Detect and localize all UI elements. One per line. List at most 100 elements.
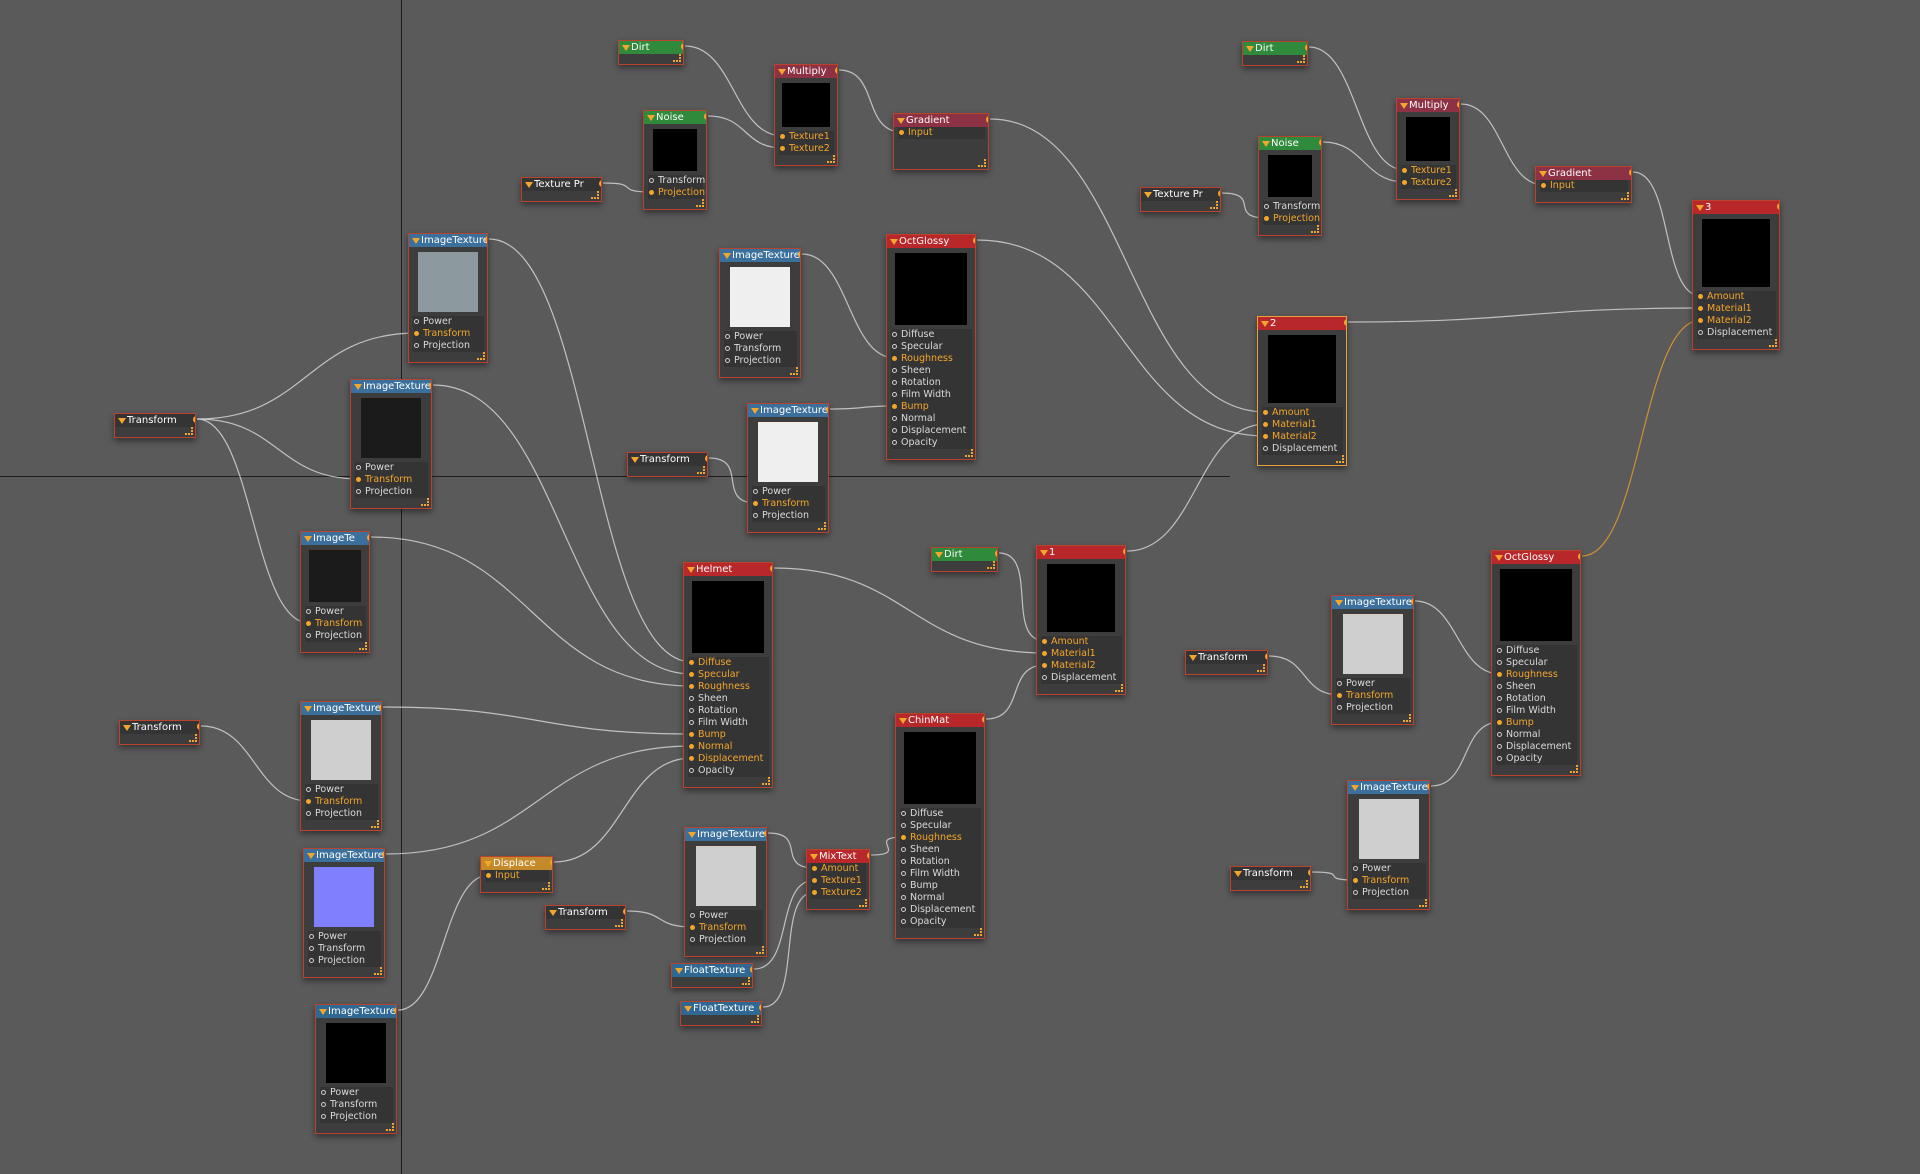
output-pin-icon[interactable] [973,237,975,244]
node-header[interactable]: Multiply [1397,99,1459,112]
input-pin-icon[interactable] [1497,672,1502,677]
input-pin-icon[interactable] [1337,705,1342,710]
input-port-projection[interactable]: Projection [724,355,797,367]
input-pin-icon[interactable] [899,130,904,135]
node-header[interactable]: ImageTexture [720,249,800,262]
input-port-roughness[interactable]: Roughness [688,681,769,693]
input-port-specular[interactable]: Specular [1496,657,1577,669]
output-pin-icon[interactable] [1457,101,1459,108]
output-pin-icon[interactable] [826,406,828,413]
collapse-triangle-icon[interactable] [1351,785,1359,791]
input-port-amount[interactable]: Amount [811,863,866,875]
input-port-amount[interactable]: Amount [1262,407,1343,419]
input-port-film-width[interactable]: Film Width [1496,705,1577,717]
input-pin-icon[interactable] [306,633,311,638]
resize-grip-icon[interactable] [790,367,798,375]
collapse-triangle-icon[interactable] [1539,171,1547,177]
input-port-roughness[interactable]: Roughness [1496,669,1577,681]
node-displace[interactable]: Displace Input [480,856,553,893]
collapse-triangle-icon[interactable] [525,182,533,188]
input-port-projection[interactable]: Projection [308,955,381,967]
node-header[interactable]: Dirt [1243,42,1307,55]
collapse-triangle-icon[interactable] [684,1006,692,1012]
resize-grip-icon[interactable] [1311,225,1319,233]
output-pin-icon[interactable] [1265,653,1267,660]
collapse-triangle-icon[interactable] [354,384,362,390]
input-port-specular[interactable]: Specular [688,669,769,681]
node-noise[interactable]: Noise Transform Projection [1258,136,1322,236]
input-port-sheen[interactable]: Sheen [1496,681,1577,693]
input-port-normal[interactable]: Normal [688,741,769,753]
input-port-power[interactable]: Power [689,910,763,922]
input-port-rotation[interactable]: Rotation [891,377,972,389]
node-imagetexture[interactable]: ImageTexture Power Transform Projection [719,248,801,378]
connection-wire[interactable] [488,238,693,663]
node-multiply[interactable]: Multiply Texture1 Texture2 [1396,98,1460,200]
input-pin-icon[interactable] [1263,410,1268,415]
input-pin-icon[interactable] [892,404,897,409]
input-port-displacement[interactable]: Displacement [1262,443,1343,455]
input-pin-icon[interactable] [892,440,897,445]
node-header[interactable]: FloatTexture [672,964,752,977]
output-pin-icon[interactable] [379,704,381,711]
input-pin-icon[interactable] [1337,693,1342,698]
input-port-diffuse[interactable]: Diffuse [891,329,972,341]
input-pin-icon[interactable] [414,331,419,336]
input-port-material2[interactable]: Material2 [1262,431,1343,443]
input-pin-icon[interactable] [1042,639,1047,644]
output-pin-icon[interactable] [750,966,752,973]
node-dirt[interactable]: Dirt [1242,41,1308,66]
node-gradient[interactable]: Gradient Input [1535,166,1632,203]
resize-grip-icon[interactable] [742,977,750,985]
connection-wire[interactable] [1126,423,1267,552]
node-header[interactable]: ImageTexture [351,380,431,393]
collapse-triangle-icon[interactable] [118,418,126,424]
connection-wire[interactable] [1460,103,1545,186]
input-pin-icon[interactable] [901,847,906,852]
node-imagetexture[interactable]: ImageTexture Power Transform Projection [1331,595,1414,725]
input-port-diffuse[interactable]: Diffuse [1496,645,1577,657]
input-pin-icon[interactable] [306,799,311,804]
output-pin-icon[interactable] [705,455,707,462]
input-port-roughness[interactable]: Roughness [900,832,981,844]
collapse-triangle-icon[interactable] [1696,205,1704,211]
input-port-input[interactable]: Input [485,870,549,882]
input-port-sheen[interactable]: Sheen [900,844,981,856]
input-pin-icon[interactable] [892,392,897,397]
node-header[interactable]: Transform [115,414,195,427]
output-pin-icon[interactable] [382,851,384,858]
input-pin-icon[interactable] [356,477,361,482]
input-pin-icon[interactable] [309,958,314,963]
input-port-transform[interactable]: Transform [1336,690,1410,702]
input-pin-icon[interactable] [356,465,361,470]
input-pin-icon[interactable] [1353,890,1358,895]
collapse-triangle-icon[interactable] [935,552,943,558]
input-pin-icon[interactable] [689,768,694,773]
input-port-rotation[interactable]: Rotation [1496,693,1577,705]
input-pin-icon[interactable] [356,489,361,494]
input-port-power[interactable]: Power [413,316,484,328]
node-texture-pr[interactable]: Texture Pr [521,177,602,202]
input-pin-icon[interactable] [901,871,906,876]
node-header[interactable]: OctGlossy [887,235,975,248]
node-header[interactable]: ImageTexture [409,234,487,247]
input-pin-icon[interactable] [892,380,897,385]
input-pin-icon[interactable] [1263,434,1268,439]
output-pin-icon[interactable] [1777,203,1779,210]
input-pin-icon[interactable] [309,946,314,951]
connection-wire[interactable] [196,418,360,480]
node-header[interactable]: Dirt [932,548,997,561]
collapse-triangle-icon[interactable] [1234,871,1242,877]
input-pin-icon[interactable] [725,358,730,363]
input-pin-icon[interactable] [1353,866,1358,871]
node-transform[interactable]: Transform [1230,866,1311,891]
input-port-sheen[interactable]: Sheen [891,365,972,377]
input-pin-icon[interactable] [690,925,695,930]
input-port-amount[interactable]: Amount [1697,291,1776,303]
input-pin-icon[interactable] [1698,306,1703,311]
node-chinmat[interactable]: ChinMat Diffuse Specular Roughness Sheen Rota… [895,713,985,939]
input-port-power[interactable]: Power [308,931,381,943]
output-pin-icon[interactable] [485,236,487,243]
resize-grip-icon[interactable] [542,882,550,890]
resize-grip-icon[interactable] [1403,714,1411,722]
